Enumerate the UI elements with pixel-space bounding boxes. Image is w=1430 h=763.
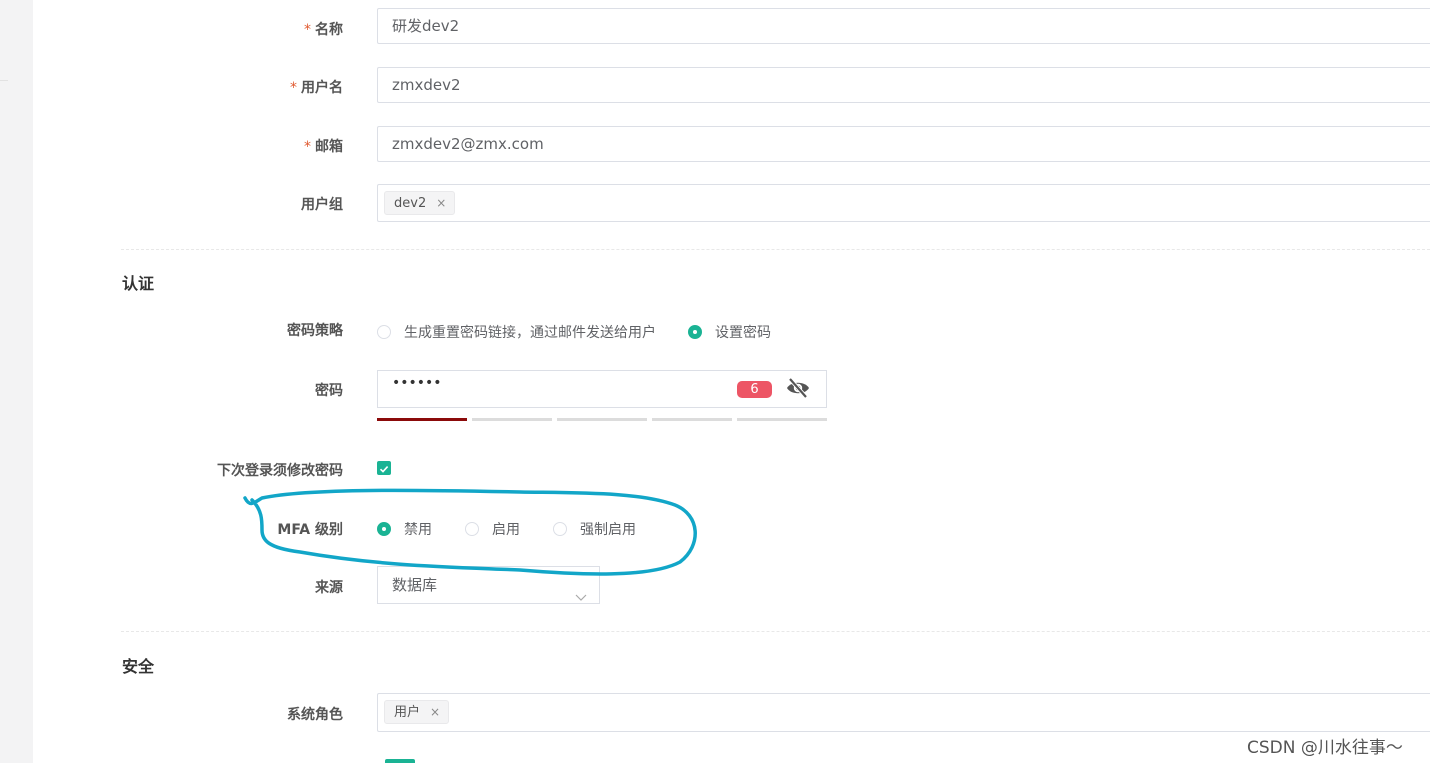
- tag-close-icon[interactable]: ×: [430, 705, 440, 719]
- radio-mfa-enable[interactable]: 启用: [465, 519, 520, 539]
- eye-slash-icon[interactable]: [785, 377, 811, 403]
- strength-segment: [377, 418, 467, 421]
- mfa-label: MFA 级别: [277, 522, 343, 538]
- password-strategy-label: 密码策略: [287, 323, 343, 339]
- check-icon: [379, 466, 389, 473]
- source-label: 来源: [315, 580, 343, 596]
- radio-mfa-force[interactable]: 强制启用: [553, 519, 636, 539]
- next-field-toggle[interactable]: [385, 759, 415, 763]
- system-roles-select[interactable]: 用户 ×: [377, 693, 1430, 732]
- radio-reset-link[interactable]: 生成重置密码链接，通过邮件发送给用户: [377, 322, 656, 342]
- strength-segment: [737, 418, 827, 421]
- divider: [121, 249, 1430, 250]
- password-length-badge: 6: [737, 381, 772, 398]
- watermark: CSDN @川水往事～: [1247, 738, 1403, 758]
- email-input[interactable]: zmxdev2@zmx.com: [377, 126, 1430, 162]
- radio-icon: [553, 522, 567, 536]
- role-tag: 用户 ×: [384, 700, 450, 724]
- gutter-mark: [0, 80, 8, 81]
- groups-select[interactable]: dev2 ×: [377, 184, 1430, 222]
- divider: [121, 631, 1430, 632]
- must-change-checkbox[interactable]: [377, 461, 391, 475]
- group-tag: dev2 ×: [384, 191, 456, 215]
- groups-label: 用户组: [301, 197, 343, 213]
- password-input[interactable]: •••••• 6: [377, 370, 827, 408]
- password-strategy-radios: 生成重置密码链接，通过邮件发送给用户 设置密码: [377, 322, 803, 342]
- system-roles-label: 系统角色: [287, 707, 343, 723]
- radio-icon: [465, 522, 479, 536]
- radio-checked-icon: [688, 325, 702, 339]
- username-input[interactable]: zmxdev2: [377, 67, 1430, 103]
- name-label: * 名称: [304, 22, 343, 38]
- required-mark: *: [304, 22, 311, 38]
- source-select[interactable]: 数据库: [377, 566, 600, 604]
- required-mark: *: [290, 80, 297, 96]
- section-title-security: 安全: [122, 657, 155, 676]
- section-title-auth: 认证: [122, 274, 155, 293]
- left-gutter: [0, 0, 33, 763]
- radio-mfa-disable[interactable]: 禁用: [377, 519, 432, 539]
- name-input[interactable]: 研发dev2: [377, 8, 1430, 44]
- password-label: 密码: [315, 383, 343, 399]
- email-label: * 邮箱: [304, 139, 343, 155]
- radio-checked-icon: [377, 522, 391, 536]
- must-change-label: 下次登录须修改密码: [217, 463, 343, 479]
- tag-close-icon[interactable]: ×: [436, 196, 446, 210]
- strength-segment: [557, 418, 647, 421]
- radio-set-password[interactable]: 设置密码: [688, 322, 771, 342]
- mfa-radios: 禁用 启用 强制启用: [377, 519, 668, 539]
- required-mark: *: [304, 139, 311, 155]
- radio-icon: [377, 325, 391, 339]
- username-label: * 用户名: [290, 80, 343, 96]
- strength-segment: [472, 418, 552, 421]
- password-strength-meter: [377, 418, 827, 421]
- password-masked-value: ••••••: [392, 375, 442, 391]
- strength-segment: [652, 418, 732, 421]
- chevron-down-icon: [575, 579, 587, 615]
